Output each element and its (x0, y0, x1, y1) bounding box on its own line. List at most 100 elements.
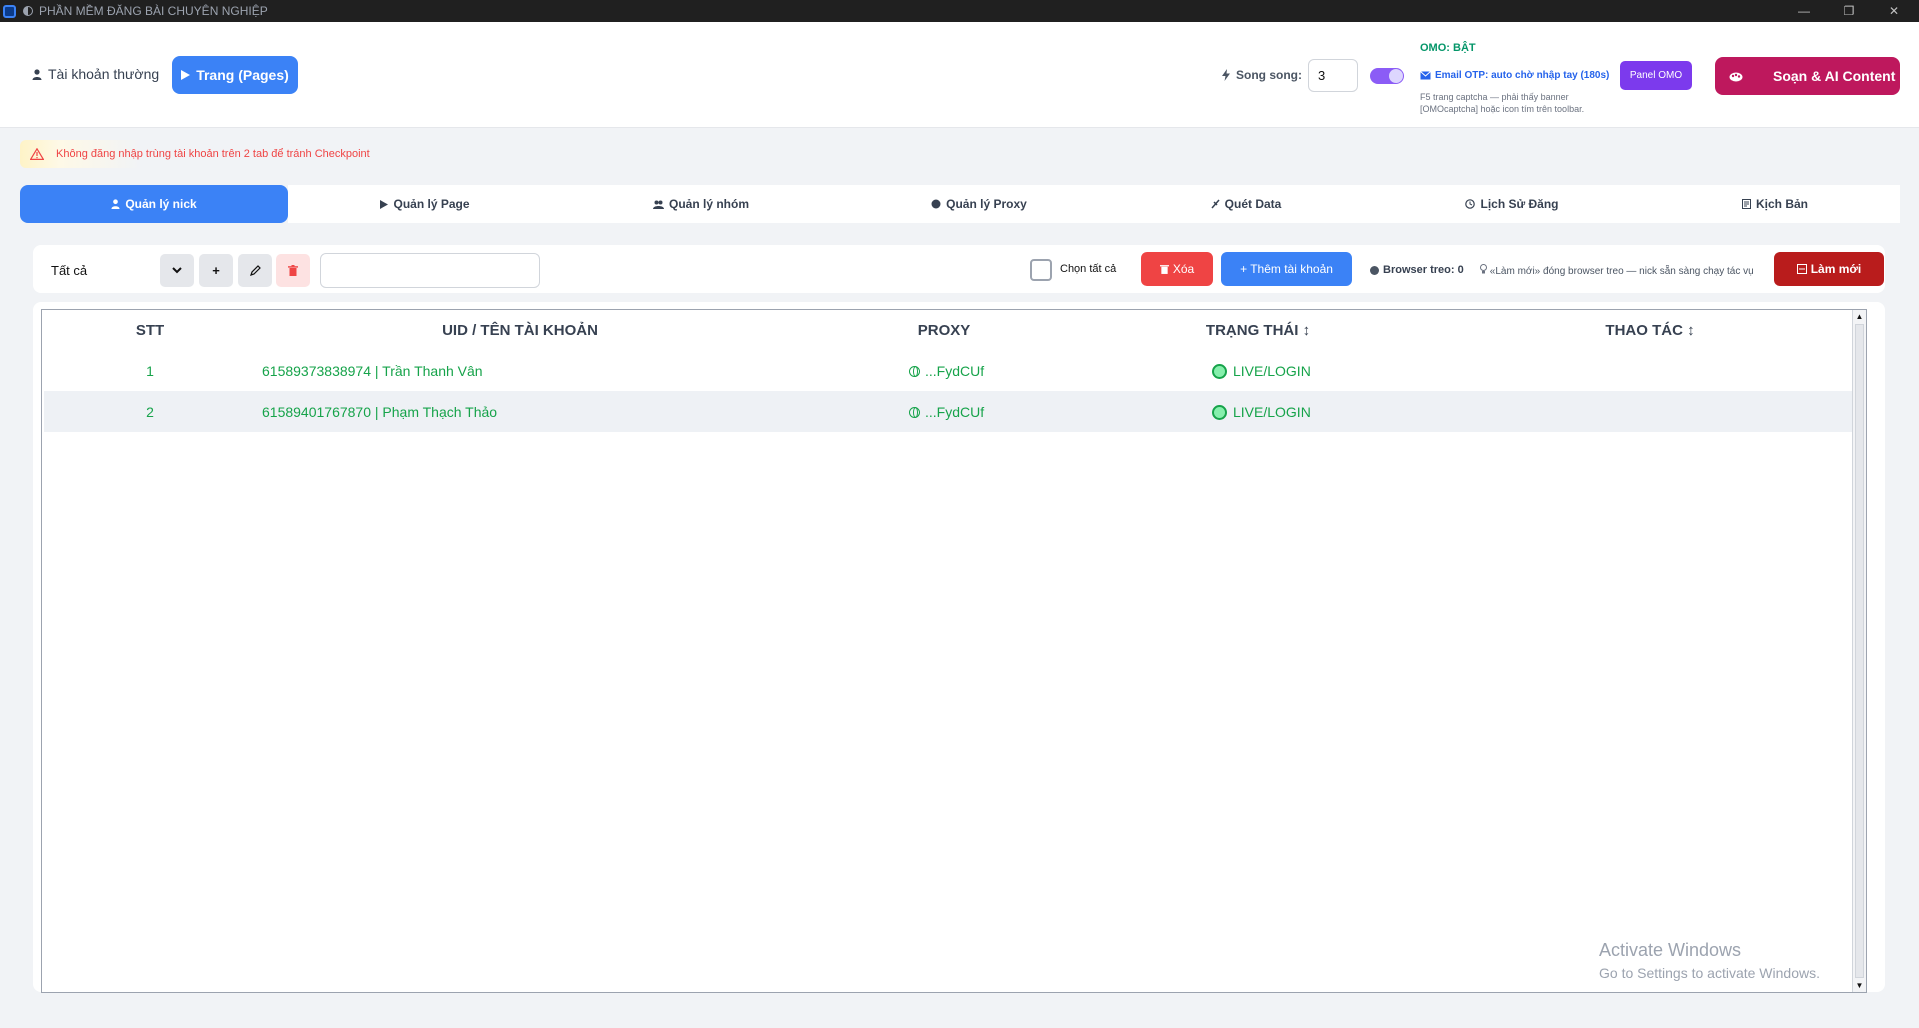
toolbar: Tất cả + Chọn tất cả Xóa + Thêm tài khoả… (33, 245, 1885, 293)
row-account: 61589373838974 | Trần Thanh Vân (262, 363, 483, 379)
captcha-note: F5 trang captcha — phải thấy banner [OMO… (1420, 91, 1620, 115)
account-pages-label: Trang (Pages) (196, 67, 289, 83)
activate-line1: Activate Windows (1599, 940, 1742, 960)
account-normal-label: Tài khoản thường (48, 66, 160, 82)
col-actions[interactable]: THAO TÁC ↕ (1605, 322, 1694, 339)
edit-filter-button[interactable] (238, 254, 272, 287)
minimize-button[interactable]: — (1781, 0, 1827, 22)
close-button[interactable]: ✕ (1871, 0, 1917, 22)
table-row[interactable]: 2 61589401767870 | Phạm Thạch Thảo ...Fy… (44, 391, 1866, 432)
row-status-text: LIVE/LOGIN (1233, 363, 1311, 379)
select-all-label: Chọn tất cả (1060, 263, 1117, 275)
table-header: STT UID / TÊN TÀI KHOẢN PROXY TRẠNG THÁI… (42, 310, 1868, 350)
row-status: LIVE/LOGIN (1212, 363, 1311, 379)
omo-toggle[interactable] (1370, 68, 1404, 84)
account-normal-tab[interactable]: Tài khoản thường (32, 66, 159, 82)
row-proxy-text: ...FydCUf (925, 363, 985, 379)
delete-filter-button[interactable] (276, 254, 310, 287)
row-status-text: LIVE/LOGIN (1233, 404, 1311, 420)
parallel-label: Song song: (1222, 68, 1302, 82)
table-row[interactable]: 1 61589373838974 | Trần Thanh Vân ...Fyd… (44, 350, 1866, 391)
parallel-label-text: Song song: (1236, 68, 1302, 82)
scan-icon (1211, 199, 1220, 209)
tab-label: Quản lý nhóm (668, 197, 749, 211)
row-proxy: ...FydCUf (909, 363, 984, 379)
live-status-icon (1212, 364, 1227, 379)
globe-icon (909, 407, 920, 418)
captcha-note-line2: [OMOcaptcha] hoặc icon tím trên toolbar. (1420, 104, 1585, 114)
accounts-table: STT UID / TÊN TÀI KHOẢN PROXY TRẠNG THÁI… (41, 309, 1867, 993)
warning-text: Không đăng nhập trùng tài khoản trên 2 t… (56, 148, 370, 160)
tab-manage-page[interactable]: Quản lý Page (288, 185, 562, 223)
captcha-note-line1: F5 trang captcha — phải thấy banner (1420, 92, 1569, 102)
row-proxy: ...FydCUf (909, 404, 984, 420)
app-icon (3, 4, 16, 18)
search-input[interactable] (320, 253, 540, 288)
tab-manage-proxy[interactable]: Quản lý Proxy (840, 185, 1118, 223)
tab-manage-nick[interactable]: Quản lý nick (20, 185, 288, 223)
row-stt: 2 (146, 404, 154, 420)
window-title: PHẦN MỀM ĐĂNG BÀI CHUYÊN NGHIỆP (39, 4, 268, 18)
scroll-thumb[interactable] (1855, 324, 1864, 978)
add-account-button[interactable]: + Thêm tài khoản (1221, 252, 1352, 286)
omo-status: OMO: BẬT (1420, 42, 1476, 54)
row-status: LIVE/LOGIN (1212, 404, 1311, 420)
select-all-checkbox[interactable] (1030, 259, 1052, 281)
live-status-icon (1212, 405, 1227, 420)
row-proxy-text: ...FydCUf (925, 404, 985, 420)
col-proxy[interactable]: PROXY (918, 322, 971, 339)
play-icon (181, 70, 191, 80)
refresh-label: Làm mới (1810, 262, 1862, 276)
col-account[interactable]: UID / TÊN TÀI KHOẢN (442, 322, 598, 339)
globe-icon (931, 199, 941, 209)
filter-dropdown-button[interactable] (160, 254, 194, 287)
activate-windows-watermark: Activate Windows Go to Settings to activ… (1599, 940, 1820, 981)
scroll-down-arrow-icon[interactable]: ▼ (1853, 979, 1866, 992)
account-pages-tab[interactable]: Trang (Pages) (172, 56, 298, 94)
row-stt: 1 (146, 363, 154, 379)
refresh-button[interactable]: Làm mới (1774, 252, 1884, 286)
browser-hanging-status: Browser treo: 0 (1370, 264, 1464, 276)
tab-label: Kịch Bản (1755, 197, 1808, 211)
user-icon (32, 68, 42, 80)
group-icon (652, 200, 664, 209)
panel-omo-button[interactable]: Panel OMO (1620, 61, 1692, 90)
tab-label: Quét Data (1224, 197, 1282, 211)
email-otp-text: Email OTP: auto chờ nhập tay (180s) (1435, 70, 1610, 81)
trash-icon (288, 265, 298, 276)
email-otp-status: Email OTP: auto chờ nhập tay (180s) (1420, 70, 1609, 81)
browser-note: «Làm mới» đóng browser treo — nick sẵn s… (1480, 264, 1754, 277)
tab-scan-data[interactable]: Quét Data (1118, 185, 1374, 223)
scroll-up-arrow-icon[interactable]: ▲ (1853, 310, 1866, 323)
envelope-icon (1420, 71, 1431, 80)
header: Tài khoản thường Trang (Pages) Song song… (0, 22, 1919, 128)
play-icon (380, 199, 389, 209)
accounts-table-card: STT UID / TÊN TÀI KHOẢN PROXY TRẠNG THÁI… (33, 302, 1885, 993)
ai-content-button[interactable]: Soạn & AI Content (1715, 57, 1900, 95)
add-filter-button[interactable]: + (199, 254, 233, 287)
checkpoint-warning: Không đăng nhập trùng tài khoản trên 2 t… (20, 140, 1220, 168)
warning-icon (30, 148, 44, 160)
delete-button[interactable]: Xóa (1141, 252, 1213, 286)
tab-label: Quản lý nick (125, 197, 197, 211)
vertical-scrollbar[interactable]: ▲ ▼ (1852, 310, 1866, 992)
main-tabs: Quản lý nick Quản lý Page Quản lý nhóm Q… (20, 185, 1900, 223)
trash-icon (1159, 265, 1169, 274)
theme-icon (23, 6, 33, 16)
title-bar: PHẦN MỀM ĐĂNG BÀI CHUYÊN NGHIỆP — ❐ ✕ (0, 0, 1919, 22)
status-dot-icon (1370, 265, 1379, 275)
parallel-count-input[interactable]: 3 (1308, 59, 1358, 92)
tab-manage-group[interactable]: Quản lý nhóm (562, 185, 840, 223)
row-account: 61589401767870 | Phạm Thạch Thảo (262, 404, 498, 420)
col-status[interactable]: TRẠNG THÁI ↕ (1206, 322, 1310, 339)
restore-button[interactable]: ❐ (1826, 0, 1872, 22)
tab-label: Quản lý Page (393, 197, 470, 211)
globe-icon (909, 366, 920, 377)
script-icon (1741, 199, 1751, 209)
palette-icon (1729, 72, 1743, 81)
broom-icon (1796, 264, 1807, 274)
tab-script[interactable]: Kịch Bản (1650, 185, 1900, 223)
tab-post-history[interactable]: Lịch Sử Đăng (1374, 185, 1650, 223)
col-stt[interactable]: STT (136, 322, 164, 339)
chevron-down-icon (172, 267, 182, 274)
